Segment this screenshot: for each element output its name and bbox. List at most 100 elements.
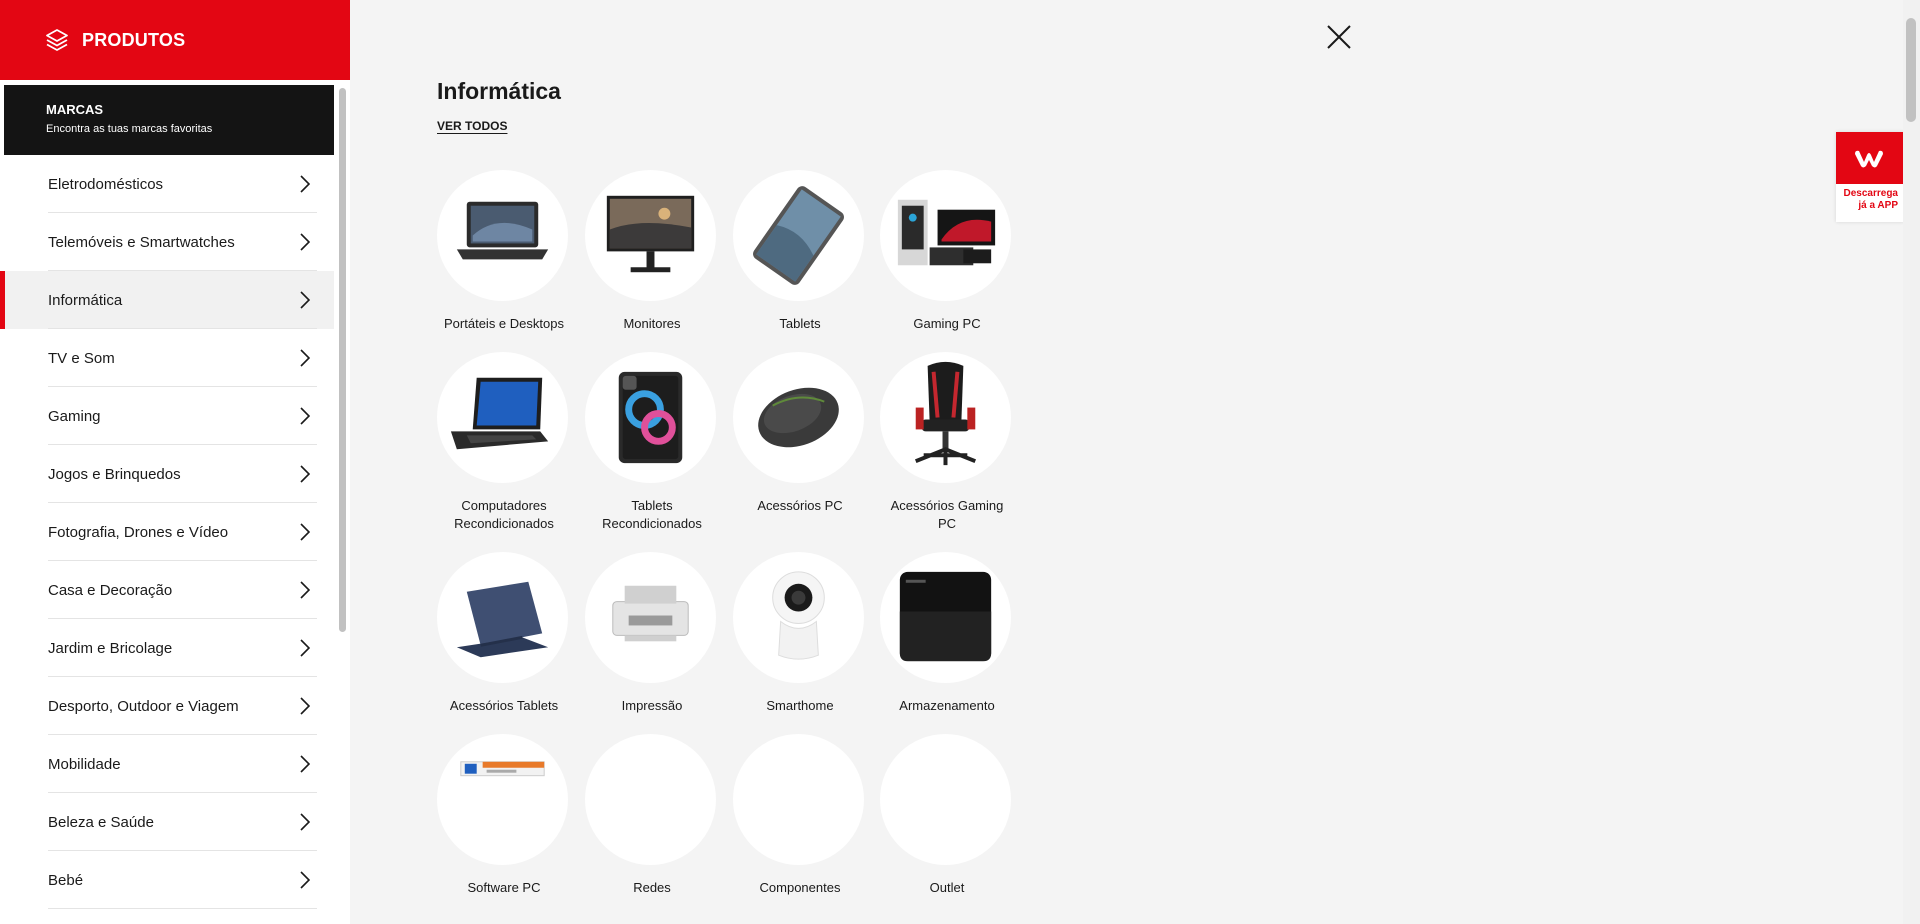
category-label: Smarthome (766, 698, 834, 713)
category-card[interactable]: Acessórios PC (733, 352, 867, 515)
category-card[interactable]: Componentes (733, 734, 867, 897)
sidebar-item-label: Jardim e Bricolage (48, 639, 173, 657)
category-label: Acessórios Tablets (449, 698, 559, 713)
category-menu: Eletrodomésticos Telemóveis e Smartwatche… (0, 155, 334, 909)
category-image (733, 552, 864, 683)
mouse-icon (758, 387, 839, 448)
sidebar-item-label: Mobilidade (48, 755, 121, 773)
category-card[interactable]: Impressão (585, 552, 719, 715)
category-card[interactable]: Software PC (437, 734, 571, 897)
worten-logo-icon (1855, 150, 1883, 168)
category-label: Outlet (929, 880, 965, 895)
laptop-icon (456, 201, 549, 260)
close-icon[interactable] (1326, 24, 1352, 50)
category-label: Componentes (759, 880, 841, 895)
printer-icon (612, 585, 689, 642)
category-image (437, 552, 568, 683)
tablet-icon (753, 186, 844, 285)
page-scrollbar-thumb[interactable] (1906, 18, 1916, 122)
category-image (585, 170, 716, 301)
category-label: Impressão (621, 698, 683, 713)
brands-banner[interactable]: MARCAS Encontra as tuas marcas favoritas (4, 85, 334, 155)
sidebar-item[interactable]: Beleza e Saúde (0, 793, 334, 851)
category-card[interactable]: Smarthome (733, 552, 867, 715)
sidebar-item[interactable]: Casa e Decoração (0, 561, 334, 619)
category-card[interactable]: Acessórios Gaming PC (880, 352, 1014, 533)
category-image (437, 170, 568, 301)
section-title: Informática (437, 78, 561, 104)
chevron-right-icon (300, 233, 310, 251)
sidebar-item[interactable]: Telemóveis e Smartwatches (0, 213, 334, 271)
category-image (733, 352, 864, 483)
category-image (585, 552, 716, 683)
category-card[interactable]: Computadores Recondicionados (437, 352, 571, 533)
sidebar-item-label: Eletrodomésticos (48, 175, 164, 193)
sidebar-item-label: Casa e Decoração (48, 581, 173, 599)
chevron-right-icon (300, 581, 310, 599)
chevron-right-icon (300, 523, 310, 541)
sidebar-header: PRODUTOS (0, 0, 350, 80)
chevron-right-icon (300, 407, 310, 425)
category-card[interactable]: Tablets Recondicionados (585, 352, 719, 533)
category-image (880, 552, 1011, 683)
category-image (880, 170, 1011, 301)
sidebar-scrollbar[interactable] (339, 88, 346, 632)
sidebar-item[interactable]: Fotografia, Drones e Vídeo (0, 503, 334, 561)
category-image (880, 734, 1011, 865)
smart-camera-icon (772, 571, 825, 660)
app-promo-text: Descarrega já a APP (1836, 184, 1904, 212)
category-image (733, 734, 864, 865)
sidebar-item-label: Bebé (48, 871, 84, 889)
sidebar-item[interactable]: Jardim e Bricolage (0, 619, 334, 677)
chevron-right-icon (300, 175, 310, 193)
app-logo (1836, 132, 1904, 184)
category-card[interactable]: Portáteis e Desktops (437, 170, 571, 333)
sidebar-item-label: TV e Som (48, 349, 115, 367)
brands-subtitle: Encontra as tuas marcas favoritas (46, 123, 213, 135)
category-card[interactable]: Acessórios Tablets (437, 552, 571, 715)
gaming-chair-icon (914, 361, 977, 466)
chevron-right-icon (300, 697, 310, 715)
category-label: Tablets Recondicionados (602, 498, 702, 531)
active-indicator (0, 271, 5, 329)
sidebar-item[interactable]: Desporto, Outdoor e Viagem (0, 677, 334, 735)
sidebar-item[interactable]: Jogos e Brinquedos (0, 445, 334, 503)
category-card[interactable]: Redes (585, 734, 719, 897)
category-card[interactable]: Gaming PC (880, 170, 1014, 333)
layers-icon (46, 29, 68, 51)
chevron-right-icon (300, 813, 310, 831)
category-card[interactable]: Outlet (880, 734, 1014, 897)
chevron-right-icon (300, 465, 310, 483)
sidebar-item-label: Jogos e Brinquedos (48, 465, 181, 483)
category-label: Acessórios Gaming PC (890, 498, 1004, 531)
category-card[interactable]: Tablets (733, 170, 867, 333)
page-scrollbar-track[interactable] (1903, 0, 1920, 924)
sidebar-item-label: Desporto, Outdoor e Viagem (48, 697, 239, 715)
software-icon (460, 761, 545, 777)
category-label: Gaming PC (913, 316, 981, 331)
chevron-right-icon (300, 639, 310, 657)
category-label: Acessórios PC (757, 498, 843, 513)
sidebar-title: PRODUTOS (82, 29, 186, 50)
category-image (733, 170, 864, 301)
app-download-widget[interactable]: Descarrega já a APP (1836, 132, 1904, 222)
sidebar-item[interactable]: Informática (0, 271, 334, 329)
sidebar-item-label: Gaming (48, 407, 101, 425)
see-all-link[interactable]: VER TODOS (437, 119, 507, 133)
sidebar-item-label: Informática (48, 291, 123, 309)
category-label: Tablets (779, 316, 821, 331)
monitor-icon (606, 195, 695, 273)
category-card[interactable]: Monitores (585, 170, 719, 333)
tablet-case-icon (456, 581, 549, 658)
sidebar-item[interactable]: TV e Som (0, 329, 334, 387)
category-image (437, 352, 568, 483)
app-promo-line2: já a APP (1858, 200, 1898, 211)
sidebar-item[interactable]: Mobilidade (0, 735, 334, 793)
sidebar-item[interactable]: Gaming (0, 387, 334, 445)
category-image (437, 734, 568, 865)
category-card[interactable]: Armazenamento (880, 552, 1014, 715)
chevron-right-icon (300, 291, 310, 309)
sidebar-item[interactable]: Bebé (0, 851, 334, 909)
category-label: Redes (633, 880, 671, 895)
sidebar-item[interactable]: Eletrodomésticos (0, 155, 334, 213)
